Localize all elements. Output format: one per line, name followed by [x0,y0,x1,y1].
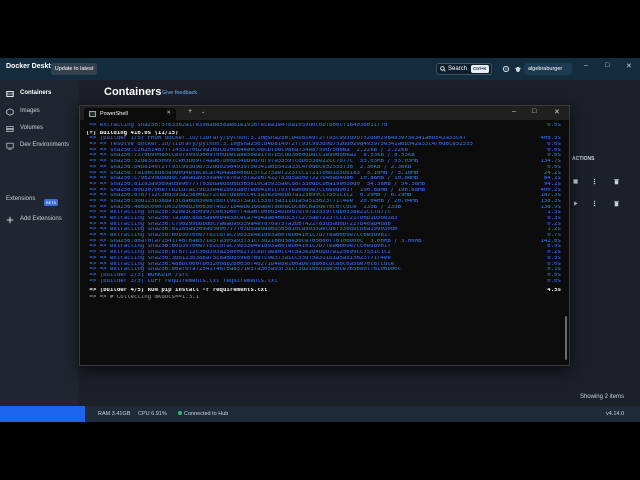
search-shortcut: Ctrl+K [471,65,489,73]
more-icon[interactable] [591,200,598,207]
maximize-icon[interactable]: □ [605,62,609,69]
give-feedback-link[interactable]: Give feedback [162,90,197,96]
terminal-tab-bar: PowerShell ✕ + ⌄ – □ ✕ [80,106,569,120]
close-icon[interactable]: ✕ [626,62,632,70]
extensions-heading: Extensions BETA [6,196,59,206]
terminal-line-time: 0.0s [547,278,561,284]
minimize-icon[interactable]: – [584,62,588,69]
play-icon[interactable] [572,200,579,207]
sidebar-item-volumes[interactable]: Volumes [6,123,76,135]
status-bar: RAM 3.41GB CPU 6.91% Connected to Hub v4… [0,406,640,422]
chevron-down-icon[interactable]: ⌄ [201,109,205,115]
version-label: v4.14.0 [606,411,625,417]
terminal-line: => extracting sha256:5f63362a1fe398a8858… [86,123,561,129]
more-icon[interactable] [591,178,598,185]
terminal-line-text: => [builder 3/5] COPY requirements.txt r… [86,278,278,284]
delete-icon[interactable] [613,178,620,185]
extensions-label: Extensions [6,196,36,202]
cpu-usage: CPU 6.91% [138,411,167,417]
sidebar-item-images[interactable]: Images [6,106,76,118]
sidebar-item-containers[interactable]: Containers [6,88,76,100]
minimize-icon[interactable]: – [512,108,516,115]
search-label: Search [448,65,468,72]
terminal-tab[interactable]: PowerShell ✕ [84,108,176,120]
page-title: Containers [104,86,162,98]
powershell-window[interactable]: PowerShell ✕ + ⌄ – □ ✕ => extracting sha… [79,105,570,366]
actions-column-header: ACTIONS [572,156,595,162]
docker-whale-icon[interactable] [0,406,85,422]
title-bar: Docker Desktop Update to latest Search C… [0,58,640,80]
ram-usage: RAM 3.41GB [98,411,131,417]
terminal-line: => [builder 4/5] RUN pip install -r requ… [86,288,561,294]
update-button[interactable]: Update to latest [51,63,97,75]
terminal-line-time: 4.5s [547,288,561,294]
search-button[interactable]: Search Ctrl+K [436,63,492,75]
add-extensions-label: Add Extensions [20,216,62,222]
terminal-line: => [builder 3/5] COPY requirements.txt r… [86,279,561,285]
sidebar-item-label: Images [20,108,40,114]
items-count: Showing 2 items [579,394,624,400]
sidebar-item-label: Dev Environments [20,142,70,148]
status-dot [178,411,182,415]
beta-badge: BETA [44,199,59,206]
hub-status: Connected to Hub [178,411,228,417]
terminal-line-text: => extracting sha256:5f63362a1fe398a8858… [86,123,388,128]
terminal-tab-label: PowerShell [100,110,128,117]
search-icon [440,66,446,72]
close-icon[interactable]: ✕ [554,108,560,116]
terminal-line-time: 0.0s [547,123,561,128]
container-icon [6,91,14,97]
dev-env-icon [6,142,14,150]
bug-icon[interactable] [514,65,522,73]
close-tab-icon[interactable]: ✕ [166,110,171,116]
sidebar-item-dev-environments[interactable]: Dev Environments [6,140,76,152]
user-menu[interactable]: algebraburger [524,63,572,75]
stop-icon[interactable] [572,178,579,185]
terminal-line-text: => => # Collecting mkdocs==1.3.1 [86,294,199,300]
terminal-line-text: => [builder 4/5] RUN pip install -r requ… [86,288,268,294]
hub-status-label: Connected to Hub [184,411,229,417]
plus-icon [6,216,14,224]
maximize-icon[interactable]: □ [532,108,536,115]
volume-icon [6,126,14,132]
terminal-scrollbar[interactable] [565,316,567,360]
terminal-output[interactable]: => extracting sha256:5f63362a1fe398a8858… [86,123,561,363]
sidebar: Containers Images Volumes Dev Environmen… [0,80,78,406]
add-extensions-button[interactable]: Add Extensions [6,214,76,226]
sidebar-item-label: Volumes [20,125,44,131]
image-icon [6,108,14,116]
terminal-line: => => # Collecting mkdocs==1.3.1 [86,295,561,301]
sidebar-item-label: Containers [20,90,52,96]
new-tab-button[interactable]: + [188,108,192,115]
settings-icon[interactable] [502,65,510,73]
delete-icon[interactable] [613,200,620,207]
powershell-icon [89,111,96,117]
